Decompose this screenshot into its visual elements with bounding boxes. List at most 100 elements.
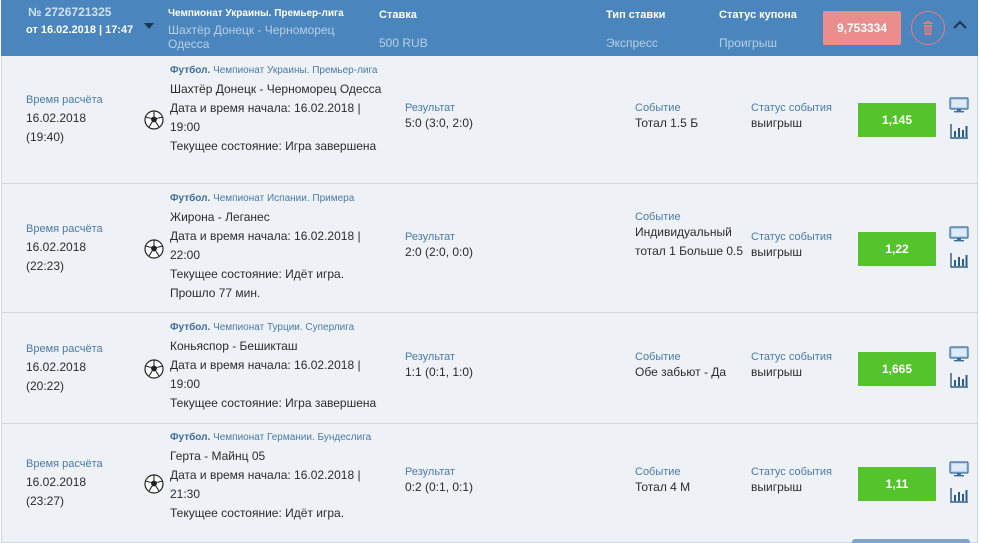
monitor-icon[interactable] [949, 345, 969, 362]
stats-icon[interactable] [949, 252, 969, 268]
event-info: Футбол. Чемпионат Германии. Бундеслига Г… [170, 429, 390, 523]
event-teams: Коньяспор - Бешикташ [170, 339, 298, 353]
league-name: Чемпионат Украины. Премьер-лига [213, 65, 378, 76]
soccer-ball-icon [144, 473, 164, 494]
calc-time-label: Время расчёта [26, 457, 103, 470]
event-teams: Жирона - Леганес [170, 210, 270, 224]
stake-label: Ставка [379, 9, 417, 21]
result-value: 5:0 (3:0, 2:0) [405, 116, 474, 130]
stats-icon[interactable] [949, 123, 969, 139]
outcome-block: Событие Обе забьют - Да [635, 351, 745, 382]
outcome-block: Событие Тотал 4 М [635, 466, 745, 497]
coefficient-badge: 1,665 [858, 351, 936, 386]
soccer-ball-icon [144, 110, 164, 130]
event-state: Текущее состояние: Игра завершена [170, 139, 377, 153]
bet-type-label: Тип ставки [606, 9, 666, 21]
outcome-label: Событие [635, 350, 681, 363]
calc-date: 16.02.2018 [26, 239, 87, 254]
league-name: Чемпионат Испании. Примера [213, 193, 355, 204]
result-block: Результат 1:1 (0:1, 1:0) [405, 351, 605, 382]
sport-name: Футбол. [170, 432, 211, 443]
event-status-label: Статус события [751, 350, 832, 363]
sport-name: Футбол. [170, 65, 211, 76]
event-status-value: выигрыш [751, 364, 803, 379]
bottom-tab[interactable] [852, 539, 970, 543]
result-block: Результат 5:0 (3:0, 2:0) [405, 102, 605, 133]
event-status-block: Статус события выигрыш [751, 351, 851, 382]
soccer-ball-icon [144, 238, 164, 259]
outcome-label: Событие [635, 102, 681, 114]
chevron-up-icon[interactable] [951, 16, 969, 34]
result-value: 1:1 (0:1, 1:0) [405, 364, 474, 379]
coefficient-badge: 1,11 [858, 466, 936, 501]
monitor-icon[interactable] [949, 460, 969, 477]
outcome-value: Обе забьют - Да [635, 364, 727, 379]
sport-name: Футбол. [170, 193, 211, 204]
event-info: Футбол. Чемпионат Испании. Примера Жирон… [170, 190, 390, 303]
event-league-line[interactable]: Футбол. Чемпионат Германии. Бундеслига [170, 429, 390, 447]
event-status-block: Статус события выигрыш [751, 466, 851, 497]
event-info: Футбол. Чемпионат Украины. Премьер-лига … [170, 62, 390, 156]
coefficient-badge: 1,145 [858, 103, 936, 137]
event-info: Футбол. Чемпионат Турции. Суперлига Конь… [170, 319, 390, 413]
event-state: Текущее состояние: Идёт игра. [170, 506, 345, 520]
event-status-block: Статус события выигрыш [751, 102, 851, 133]
chevron-down-icon[interactable] [144, 23, 154, 29]
outcome-label: Событие [635, 465, 681, 478]
stake-value: 500 RUB [379, 36, 428, 50]
calc-date: 16.02.2018 [26, 111, 87, 125]
coefficient-badge: 1,22 [858, 231, 936, 266]
stats-icon[interactable] [949, 372, 969, 388]
event-start: Дата и время начала: 16.02.2018 | 19:00 [170, 101, 361, 134]
header-league: Чемпионат Украины. Премьер-лига [168, 8, 344, 19]
result-value: 0:2 (0:1, 0:1) [405, 479, 474, 494]
event-state: Текущее состояние: Игра завершена [170, 396, 377, 410]
coupon-status-value: Проигрыш [719, 36, 777, 50]
coupon-date: от 16.02.2018 | 17:47 [26, 24, 134, 36]
calc-date: 16.02.2018 [26, 359, 87, 374]
result-block: Результат 2:0 (2:0, 0:0) [405, 231, 605, 262]
event-status-block: Статус события выигрыш [751, 231, 851, 262]
coupon-status-label: Статус купона [719, 9, 797, 21]
soccer-ball-icon [144, 358, 164, 379]
result-label: Результат [405, 350, 456, 363]
event-league-line[interactable]: Футбол. Чемпионат Украины. Премьер-лига [170, 62, 390, 80]
outcome-value: Тотал 1.5 Б [635, 116, 699, 130]
header-match: Шахтёр Донецк - Черноморец Одесса [168, 23, 335, 51]
event-start: Дата и время начала: 16.02.2018 | 19:00 [170, 358, 361, 391]
event-teams: Шахтёр Донецк - Черноморец Одесса [170, 82, 382, 96]
trash-icon [923, 20, 933, 35]
bet-row: Время расчёта 16.02.2018 (23:27) Футбол.… [1, 424, 978, 543]
delete-coupon-button[interactable] [911, 11, 945, 45]
event-state: Текущее состояние: Идёт игра. Прошло 77 … [170, 267, 345, 300]
event-league-line[interactable]: Футбол. Чемпионат Турции. Суперлига [170, 319, 390, 337]
result-block: Результат 0:2 (0:1, 0:1) [405, 466, 605, 497]
calc-time: (23:27) [26, 493, 65, 508]
coupon-number: № 2726721325 [28, 5, 112, 19]
calc-time: (22:23) [26, 258, 65, 273]
outcome-value: Индивидуальный тотал 1 Больше 0.5 [635, 224, 744, 258]
event-league-line[interactable]: Футбол. Чемпионат Испании. Примера [170, 190, 390, 208]
calc-date: 16.02.2018 [26, 474, 87, 489]
total-coefficient: 9,753334 [823, 11, 901, 45]
event-status-value: выигрыш [751, 479, 803, 494]
bet-row: Время расчёта 16.02.2018 (20:22) Футбол.… [1, 313, 978, 424]
event-status-label: Статус события [751, 230, 832, 243]
bet-row: Время расчёта 16.02.2018 (22:23) Футбол.… [1, 184, 978, 313]
bet-row: Время расчёта 16.02.2018 (19:40) Футбол.… [1, 56, 978, 184]
calc-time: (19:40) [26, 130, 65, 144]
monitor-icon[interactable] [949, 225, 969, 242]
outcome-block: Событие Индивидуальный тотал 1 Больше 0.… [635, 211, 745, 261]
calc-time-label: Время расчёта [26, 222, 103, 235]
calc-time-label: Время расчёта [26, 342, 103, 355]
calc-time-label: Время расчёта [26, 94, 103, 106]
event-status-label: Статус события [751, 465, 832, 478]
event-teams: Герта - Майнц 05 [170, 449, 266, 463]
event-status-value: выигрыш [751, 244, 803, 259]
event-start: Дата и время начала: 16.02.2018 | 21:30 [170, 468, 361, 501]
coupon-header[interactable]: № 2726721325 от 16.02.2018 | 17:47 Чемпи… [1, 0, 978, 56]
monitor-icon[interactable] [949, 97, 969, 113]
event-status-value: выигрыш [751, 116, 803, 130]
stats-icon[interactable] [949, 487, 969, 503]
outcome-value: Тотал 4 М [635, 479, 691, 494]
